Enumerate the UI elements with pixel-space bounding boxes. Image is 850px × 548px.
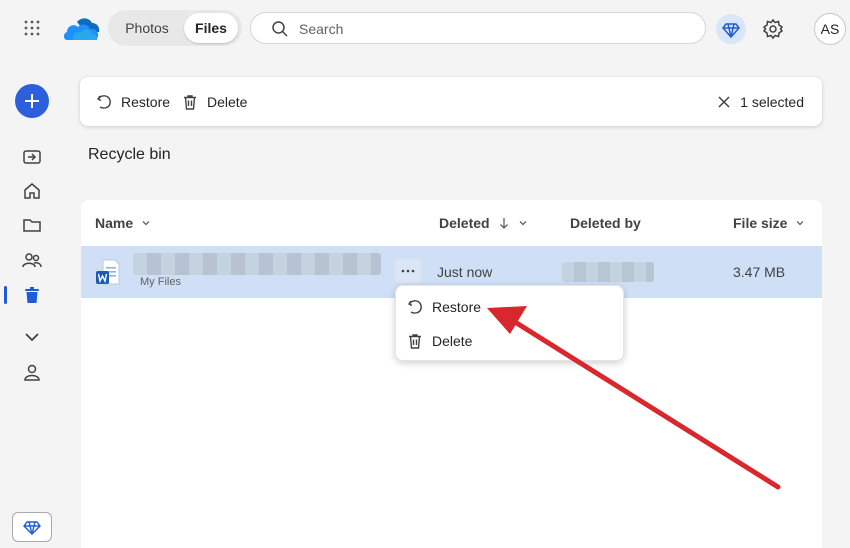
restore-icon <box>406 298 424 316</box>
nav-more-chevron-down-icon[interactable] <box>20 325 44 349</box>
tab-files[interactable]: Files <box>184 13 238 43</box>
command-bar: Restore Delete 1 selected <box>80 77 822 126</box>
user-avatar[interactable]: AS <box>814 13 846 45</box>
close-icon <box>716 94 732 110</box>
page-title: Recycle bin <box>88 146 171 163</box>
premium-diamond-icon[interactable] <box>716 14 746 44</box>
search-box[interactable] <box>250 12 706 44</box>
restore-label: Restore <box>121 93 171 110</box>
nav-home-icon[interactable] <box>20 179 44 203</box>
premium-upgrade-button[interactable] <box>12 512 52 542</box>
context-menu: Restore Delete <box>395 285 624 361</box>
delete-label: Delete <box>207 93 248 110</box>
search-input[interactable] <box>297 17 691 41</box>
restore-icon <box>95 93 113 111</box>
more-dots-icon <box>401 269 415 273</box>
nav-import-icon[interactable] <box>20 145 44 169</box>
deleted-by-redacted <box>562 262 654 282</box>
trash-icon <box>181 93 199 111</box>
nav-person-icon[interactable] <box>20 360 44 384</box>
delete-button[interactable]: Delete <box>181 77 247 126</box>
selected-count: 1 selected <box>740 93 804 110</box>
file-location: My Files <box>140 276 181 288</box>
column-header-deleted-by[interactable]: Deleted by <box>570 200 641 245</box>
column-header-file-size[interactable]: File size <box>733 200 805 245</box>
chevron-down-icon <box>141 218 151 228</box>
menu-item-restore[interactable]: Restore <box>406 293 481 321</box>
column-header-deleted[interactable]: Deleted <box>439 200 528 245</box>
file-list: Name Deleted Deleted by File size My Fil… <box>81 200 822 548</box>
chevron-down-icon <box>795 218 805 228</box>
more-actions-button[interactable] <box>395 259 421 283</box>
deleted-time: Just now <box>437 264 493 280</box>
app-launcher-icon[interactable] <box>18 14 46 42</box>
sort-down-arrow-icon <box>498 216 510 230</box>
create-new-button[interactable] <box>15 84 49 118</box>
clear-selection-button[interactable]: 1 selected <box>716 77 804 126</box>
restore-button[interactable]: Restore <box>95 77 170 126</box>
active-nav-indicator <box>4 286 7 304</box>
file-size: 3.47 MB <box>733 264 786 280</box>
search-icon <box>271 20 289 38</box>
word-document-icon <box>95 258 121 286</box>
onedrive-logo-icon[interactable] <box>63 14 101 44</box>
column-header-name[interactable]: Name <box>95 200 151 245</box>
view-switcher: Photos Files <box>108 10 242 46</box>
settings-gear-icon[interactable] <box>760 16 786 42</box>
menu-item-delete[interactable]: Delete <box>406 327 472 355</box>
nav-recycle-bin-icon[interactable] <box>20 283 44 307</box>
nav-shared-people-icon[interactable] <box>20 248 44 272</box>
trash-icon <box>406 332 424 350</box>
chevron-down-icon <box>518 218 528 228</box>
tab-photos[interactable]: Photos <box>112 13 182 43</box>
nav-my-files-folder-icon[interactable] <box>20 213 44 237</box>
file-name-redacted <box>133 253 381 275</box>
